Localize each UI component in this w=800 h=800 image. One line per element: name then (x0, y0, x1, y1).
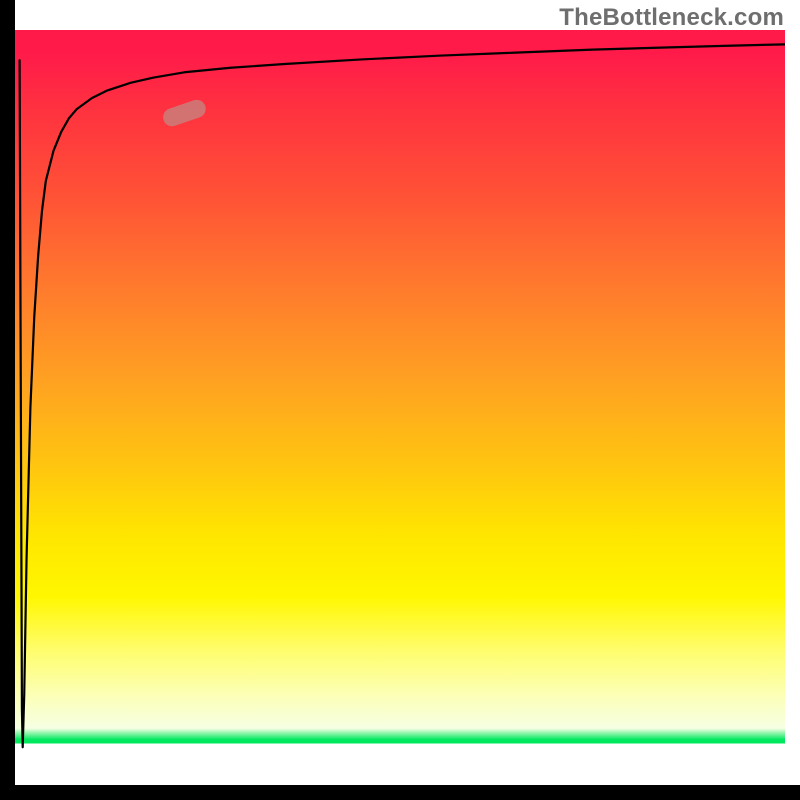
chart-stage: TheBottleneck.com (0, 0, 800, 800)
bottleneck-curve-line (20, 44, 785, 747)
watermark-text: TheBottleneck.com (559, 4, 784, 32)
y-axis (0, 0, 15, 785)
plot-area (15, 30, 785, 785)
curve-layer (15, 30, 785, 785)
curve-marker (161, 97, 208, 128)
x-axis (0, 785, 800, 800)
